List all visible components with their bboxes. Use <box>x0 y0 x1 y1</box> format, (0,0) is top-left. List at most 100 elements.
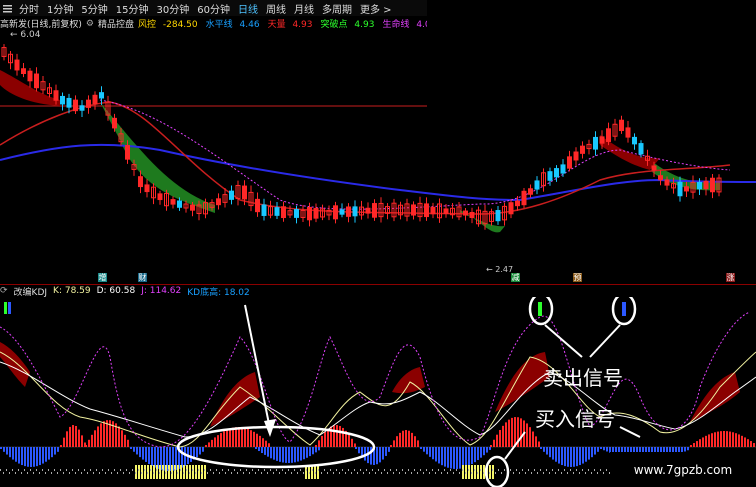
kdj-dot <box>201 472 202 474</box>
kdj-histogram-bar <box>558 447 560 464</box>
kdj-dot <box>363 472 364 474</box>
kdj-dot <box>597 472 598 474</box>
event-marker-5[interactable]: 涨 <box>726 273 735 282</box>
kdj-dot <box>522 469 523 471</box>
candle <box>177 200 182 208</box>
kdj-dot <box>600 469 601 471</box>
kdj-dot <box>336 469 337 471</box>
kdj-dot <box>351 472 352 474</box>
kdj-dot <box>465 472 466 474</box>
kdj-dot <box>255 472 256 474</box>
kdj-histogram-bar <box>154 447 156 468</box>
kdj-dot <box>228 469 229 471</box>
kdj-dot <box>180 469 181 471</box>
kdj-histogram-bar <box>514 417 516 447</box>
kdj-dot <box>579 472 580 474</box>
kdj-histogram-bar <box>699 439 701 447</box>
kdj-dot <box>450 469 451 471</box>
kdj-histogram-bar <box>717 431 719 447</box>
kdj-dot <box>99 472 100 474</box>
kdj-histogram-bar <box>24 447 26 467</box>
kdj-dot <box>78 469 79 471</box>
kdj-dot <box>270 469 271 471</box>
kdj-dot <box>471 472 472 474</box>
candle <box>495 210 501 222</box>
kdj-yellow-bar <box>156 465 158 479</box>
candle <box>307 206 312 221</box>
kdj-histogram-bar <box>85 445 87 447</box>
candle <box>157 193 163 201</box>
kdj-dot <box>168 469 169 471</box>
kdj-histogram-bar <box>493 439 495 447</box>
kdj-dot <box>447 472 448 474</box>
kdj-histogram-bar <box>268 443 270 447</box>
candle <box>294 209 299 218</box>
kdj-dot <box>348 469 349 471</box>
kdj-histogram-bar <box>258 447 260 452</box>
kdj-histogram-bar <box>136 447 138 455</box>
kdj-dot <box>498 469 499 471</box>
kdj-histogram-bar <box>432 447 434 460</box>
kdj-histogram-bar <box>438 447 440 464</box>
kdj-histogram-bar <box>606 447 608 452</box>
kdj-histogram-bar <box>315 447 317 453</box>
kdj-kd: KD底高: 18.02 <box>187 287 250 298</box>
kdj-dot <box>591 472 592 474</box>
candle <box>99 92 104 99</box>
kdj-dot <box>528 469 529 471</box>
kdj-dot <box>315 472 316 474</box>
candle <box>21 68 26 75</box>
kdj-dot <box>384 469 385 471</box>
kdj-histogram-bar <box>51 447 53 458</box>
candle <box>625 127 631 138</box>
kdj-dot <box>396 469 397 471</box>
kdj-histogram-bar <box>318 440 320 447</box>
kdj-histogram-bar <box>81 435 83 447</box>
kdj-histogram-bar <box>459 447 461 469</box>
kdj-histogram-bar <box>184 447 186 466</box>
candle <box>606 128 611 142</box>
kdj-dot <box>12 469 13 471</box>
kdj-dot <box>48 469 49 471</box>
kdj-histogram-bar <box>555 447 557 462</box>
kdj-dot <box>288 469 289 471</box>
kdj-histogram-bar <box>552 447 554 460</box>
kdj-histogram-bar <box>130 447 132 449</box>
kdj-dot <box>54 469 55 471</box>
kdj-dot <box>381 472 382 474</box>
event-marker-2[interactable]: 财 <box>138 273 147 282</box>
kdj-histogram-bar <box>199 447 201 455</box>
kdj-dot <box>519 472 520 474</box>
kdj-histogram-bar <box>570 447 572 467</box>
kdj-histogram-bar <box>139 447 141 458</box>
kdj-histogram-bar <box>490 445 492 447</box>
kdj-dot <box>378 469 379 471</box>
kdj-histogram-bar <box>45 447 47 462</box>
kdj-dot <box>408 469 409 471</box>
kdj-histogram-bar <box>333 425 335 447</box>
kdj-dot <box>129 472 130 474</box>
kdj-histogram-bar <box>705 435 707 447</box>
kdj-dot <box>87 472 88 474</box>
candle <box>365 207 371 214</box>
signal-green-bar-left <box>4 302 7 314</box>
event-marker-3[interactable]: 减 <box>511 273 520 282</box>
kdj-dot <box>81 472 82 474</box>
kdj-dot <box>159 472 160 474</box>
kdj-histogram-bar <box>238 427 240 447</box>
kdj-dot <box>330 469 331 471</box>
kdj-yellow-bar <box>468 465 470 479</box>
kdj-histogram-bar <box>309 447 311 457</box>
sell-signal-label: 卖出信号 <box>543 366 623 390</box>
event-marker-4[interactable]: 预 <box>573 273 582 282</box>
kdj-dot <box>132 469 133 471</box>
event-marker-1[interactable]: 增 <box>98 273 107 282</box>
refresh-icon[interactable]: ⟳ <box>0 286 8 296</box>
kdj-dot <box>561 472 562 474</box>
kdj-dot <box>333 472 334 474</box>
kdj-histogram-bar <box>726 431 728 447</box>
kdj-name[interactable]: 改编KDJ <box>14 285 48 298</box>
kdj-histogram-bar <box>247 428 249 447</box>
kdj-histogram-bar <box>265 440 267 447</box>
kdj-dot <box>570 469 571 471</box>
